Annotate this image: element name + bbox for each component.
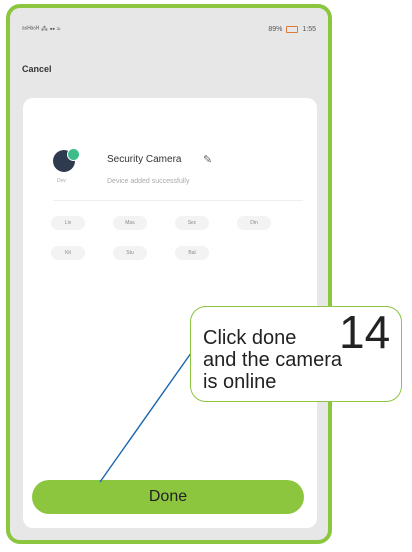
- room-chip[interactable]: Din: [237, 216, 271, 230]
- status-bar: ᵃ⁶ᴴᵃ⁶ᴴ ⁂ ▪▪ ≈ 89% 1:55: [22, 22, 316, 36]
- device-status-subtitle: Device added successfully: [107, 178, 190, 185]
- divider: [53, 200, 303, 201]
- status-time: 1:55: [302, 25, 316, 33]
- step-number: 14: [339, 306, 391, 358]
- room-chip[interactable]: Stu: [113, 246, 147, 260]
- instruction-callout: Click done and the camera is online 14: [190, 306, 402, 402]
- phone-frame: ᵃ⁶ᴴᵃ⁶ᴴ ⁂ ▪▪ ≈ 89% 1:55 Cancel Dev Securi…: [6, 4, 332, 544]
- device-name: Security Camera: [107, 154, 182, 165]
- battery-icon: [286, 25, 299, 33]
- callout-line-2: and the camera: [203, 349, 342, 371]
- device-avatar-label: Dev: [57, 178, 66, 184]
- callout-text: Click done and the camera is online: [203, 327, 353, 393]
- battery-percent: 89%: [268, 25, 283, 33]
- room-chip[interactable]: Kit: [51, 246, 85, 260]
- status-left: ᵃ⁶ᴴᵃ⁶ᴴ ⁂ ▪▪ ≈: [22, 26, 61, 33]
- cancel-button[interactable]: Cancel: [22, 64, 52, 74]
- device-online-indicator: [67, 148, 80, 161]
- room-chip[interactable]: Sec: [175, 216, 209, 230]
- edit-pencil-icon[interactable]: ✎: [203, 153, 212, 166]
- callout-line-1: Click done: [203, 327, 297, 349]
- room-chip[interactable]: Bal: [175, 246, 209, 260]
- room-chip[interactable]: Mas: [113, 216, 147, 230]
- room-chip[interactable]: Liv: [51, 216, 85, 230]
- callout-line-3: is online: [203, 371, 277, 393]
- done-button[interactable]: Done: [32, 480, 304, 514]
- status-right: 89% 1:55: [268, 25, 316, 33]
